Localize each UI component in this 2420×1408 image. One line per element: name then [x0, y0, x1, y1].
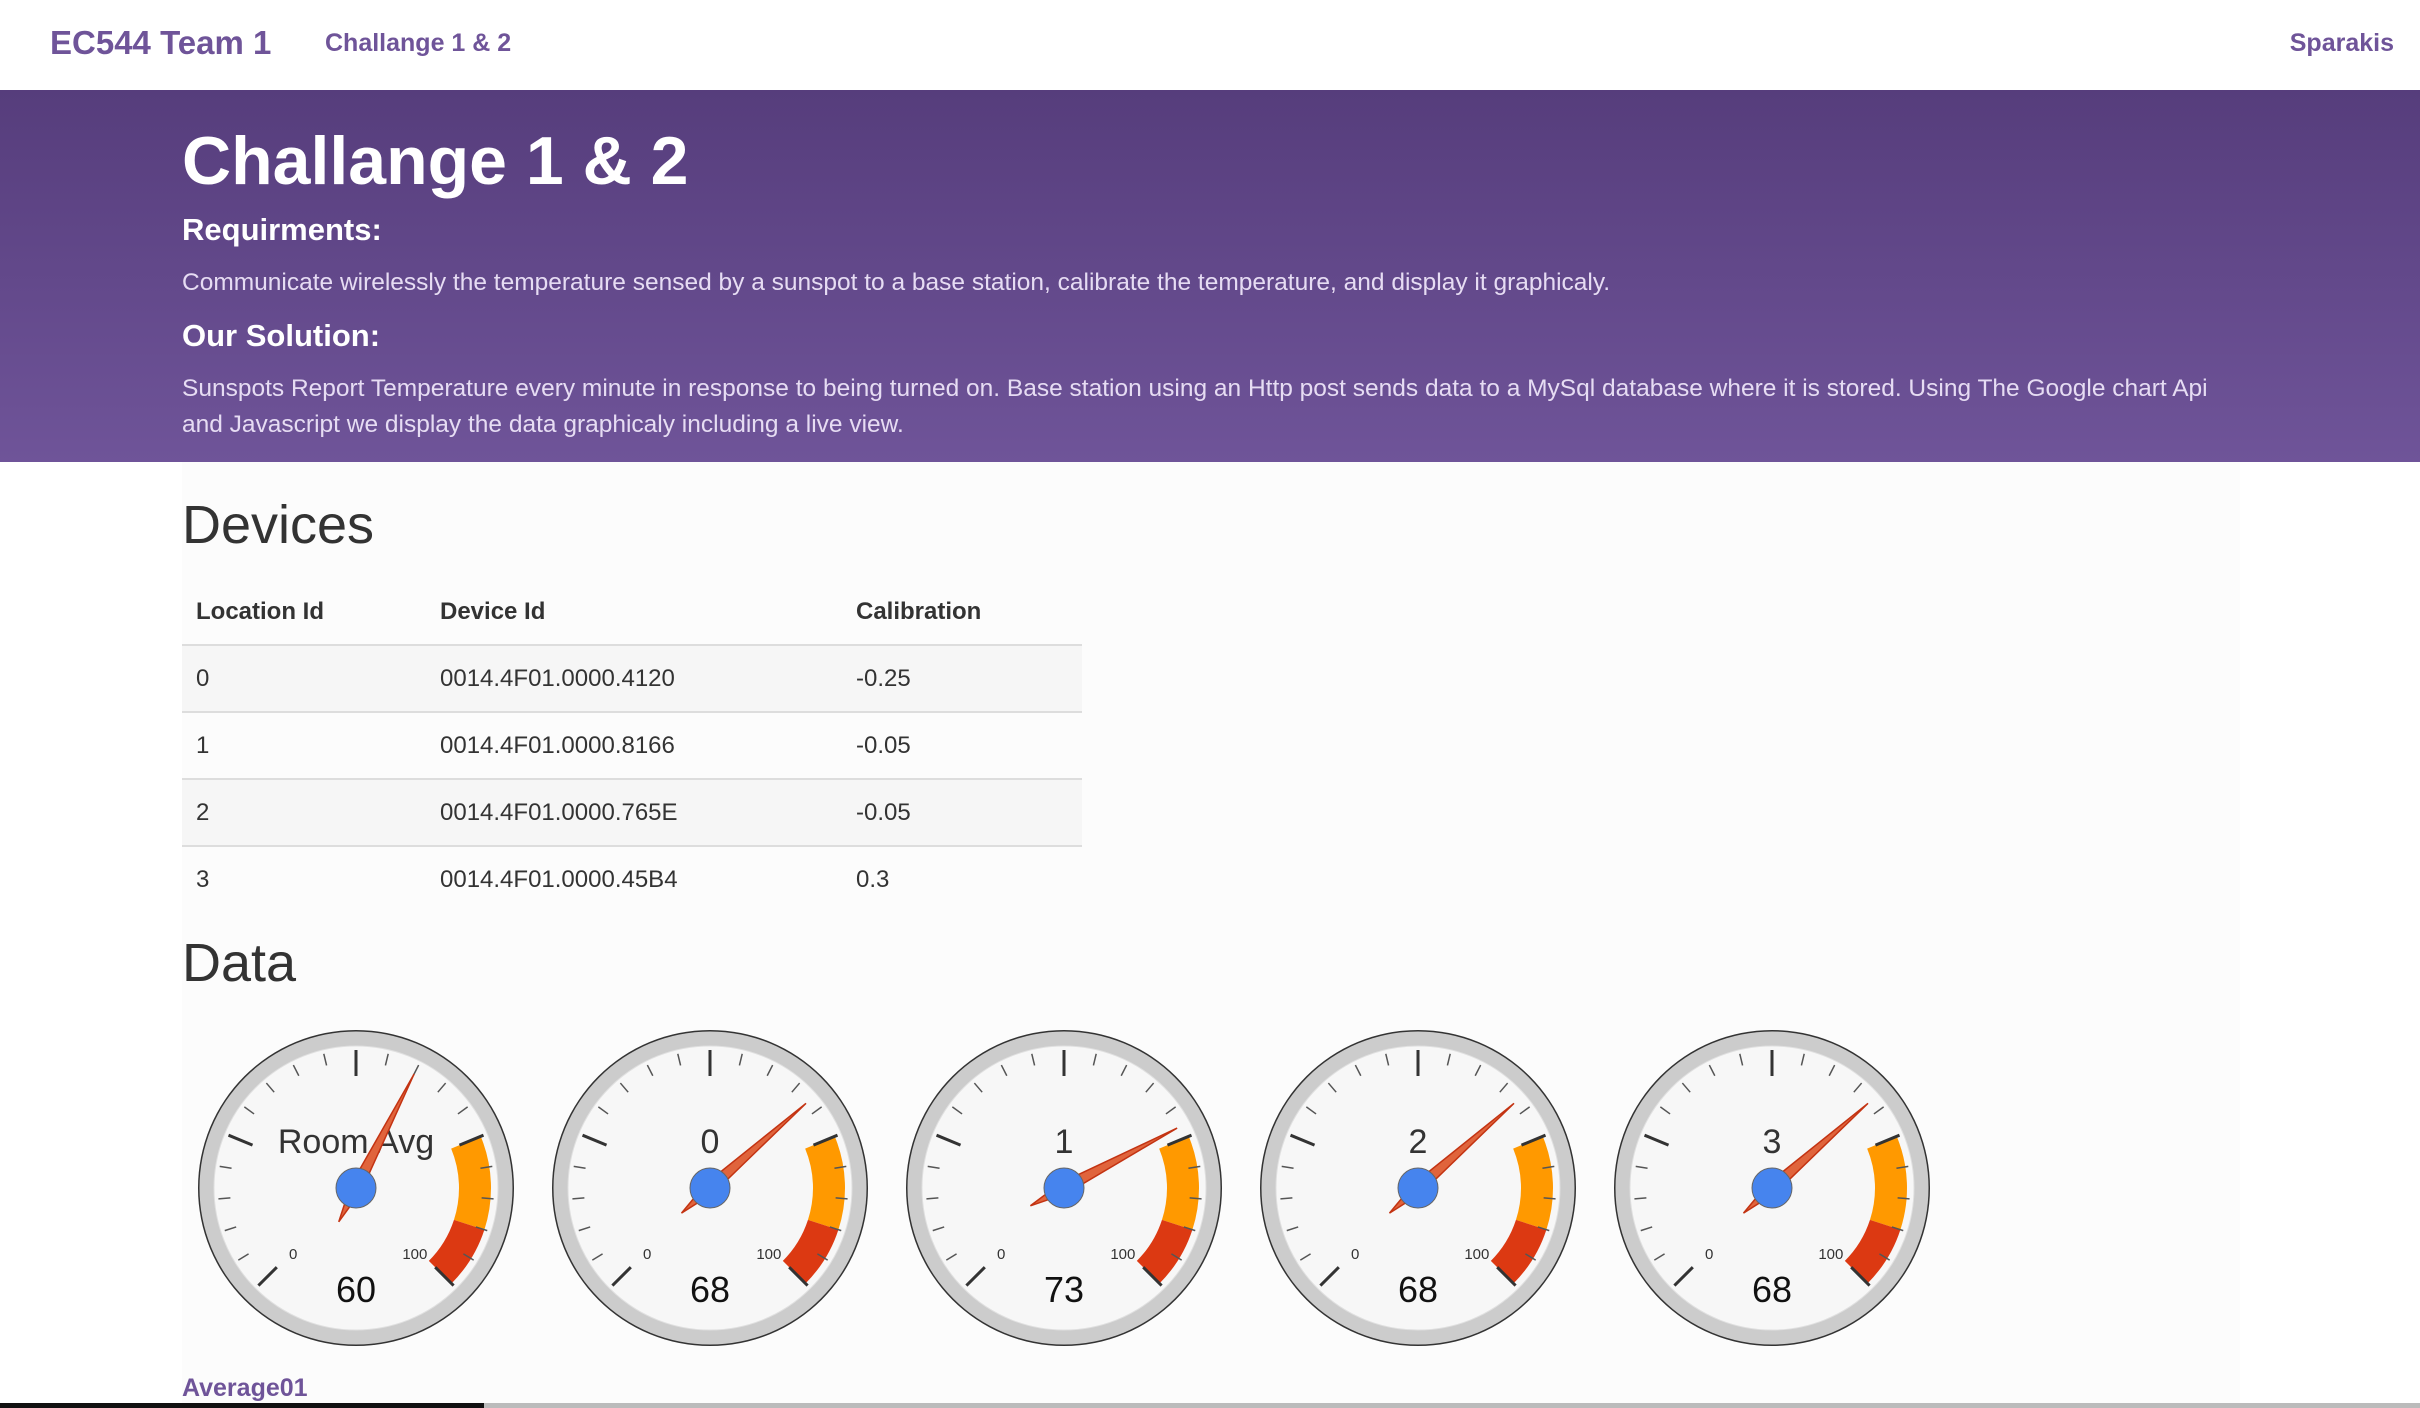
gauge-minor-tick — [218, 1197, 231, 1200]
data-heading: Data — [182, 933, 297, 993]
requirements-heading: Requirments: — [182, 212, 382, 247]
devices-table: Location Id Device Id Calibration 0 0014… — [182, 580, 1082, 912]
cell-device-id: 0014.4F01.0000.45B4 — [426, 845, 842, 912]
gauge: 0 0 100 68 — [550, 1028, 870, 1348]
main-content: Devices Location Id Device Id Calibratio… — [182, 462, 2240, 1408]
page-margin-left — [0, 462, 182, 1408]
gauge-value: 68 — [690, 1269, 730, 1310]
gauge-minor-tick — [1543, 1197, 1556, 1200]
table-row: 3 0014.4F01.0000.45B4 0.3 — [182, 845, 1082, 912]
devices-heading: Devices — [182, 495, 375, 555]
gauge-max-label: 100 — [1464, 1246, 1489, 1263]
cell-location-id: 2 — [182, 778, 426, 846]
cell-calibration: -0.05 — [842, 711, 1082, 779]
gauge-dial: 3 0 100 68 — [1614, 1030, 1930, 1346]
gauge-min-label: 0 — [1705, 1246, 1713, 1263]
gauge-label: 0 — [701, 1123, 720, 1161]
hero-banner: Challange 1 & 2 Requirments: Communicate… — [0, 90, 2420, 462]
gauge-max-label: 100 — [402, 1246, 427, 1263]
table-row: 1 0014.4F01.0000.8166 -0.05 — [182, 711, 1082, 779]
gauge-dial: 2 0 100 68 — [1260, 1030, 1576, 1346]
gauge-value: 73 — [1044, 1269, 1084, 1310]
column-header-calibration: Calibration — [842, 580, 1082, 646]
gauge-label: 1 — [1055, 1123, 1074, 1161]
gauge-minor-tick — [481, 1197, 494, 1200]
page-margin-right — [2240, 462, 2420, 1408]
gauge-minor-tick — [835, 1197, 848, 1200]
gauge-value: 68 — [1398, 1269, 1438, 1310]
gauge-max-label: 100 — [1818, 1246, 1843, 1263]
gauge-min-label: 0 — [643, 1246, 651, 1263]
gauge: 1 0 100 73 — [904, 1028, 1224, 1348]
table-row: 0 0014.4F01.0000.4120 -0.25 — [182, 644, 1082, 712]
gauge-value: 60 — [336, 1269, 376, 1310]
gauge-min-label: 0 — [997, 1246, 1005, 1263]
solution-text: Sunspots Report Temperature every minute… — [182, 375, 2208, 438]
requirements-text: Communicate wirelessly the temperature s… — [182, 269, 1611, 296]
column-header-device: Device Id — [426, 580, 842, 646]
gauge-dial: Room Avg 0 100 60 — [198, 1030, 514, 1346]
gauge-label: 2 — [1409, 1123, 1428, 1161]
gauge-hub — [335, 1167, 377, 1209]
cell-device-id: 0014.4F01.0000.8166 — [426, 711, 842, 779]
page-title: Challange 1 & 2 — [182, 123, 689, 199]
gauge-min-label: 0 — [289, 1246, 297, 1263]
cell-calibration: 0.3 — [842, 845, 1082, 912]
gauge-max-label: 100 — [1110, 1246, 1135, 1263]
gauge: 2 0 100 68 — [1258, 1028, 1578, 1348]
gauge-minor-tick — [572, 1197, 585, 1200]
nav-link-sparakis[interactable]: Sparakis — [2290, 29, 2394, 58]
cell-location-id: 1 — [182, 711, 426, 779]
gauge-label: Room Avg — [278, 1123, 434, 1161]
cell-calibration: -0.25 — [842, 644, 1082, 712]
gauge-value: 68 — [1752, 1269, 1792, 1310]
cell-location-id: 3 — [182, 845, 426, 912]
gauge-minor-tick — [1897, 1197, 1910, 1200]
column-header-location: Location Id — [182, 580, 426, 646]
gauge-minor-tick — [926, 1197, 939, 1200]
gauge-hub — [1751, 1167, 1793, 1209]
gauge-hub — [1397, 1167, 1439, 1209]
cell-location-id: 0 — [182, 644, 426, 712]
gauge-min-label: 0 — [1351, 1246, 1359, 1263]
cell-device-id: 0014.4F01.0000.4120 — [426, 644, 842, 712]
gauge-label: 3 — [1763, 1123, 1782, 1161]
navbar: EC544 Team 1 Challange 1 & 2 Sparakis — [0, 0, 2420, 91]
gauge-minor-tick — [1280, 1197, 1293, 1200]
scrollbar-thumb[interactable] — [0, 1403, 484, 1408]
gauge: 3 0 100 68 — [1612, 1028, 1932, 1348]
gauge-dial: 1 0 100 73 — [906, 1030, 1222, 1346]
gauge-hub — [1043, 1167, 1085, 1209]
brand-link[interactable]: EC544 Team 1 — [50, 24, 271, 62]
gauge-hub — [689, 1167, 731, 1209]
gauge: Room Avg 0 100 60 — [196, 1028, 516, 1348]
nav-link-challange[interactable]: Challange 1 & 2 — [325, 29, 511, 58]
cell-device-id: 0014.4F01.0000.765E — [426, 778, 842, 846]
horizontal-scrollbar[interactable] — [0, 1403, 2420, 1408]
table-row: 2 0014.4F01.0000.765E -0.05 — [182, 778, 1082, 846]
table-header-row: Location Id Device Id Calibration — [182, 580, 1082, 646]
gauge-dial: 0 0 100 68 — [552, 1030, 868, 1346]
gauge-max-label: 100 — [756, 1246, 781, 1263]
average-link[interactable]: Average01 — [182, 1374, 308, 1403]
solution-heading: Our Solution: — [182, 318, 381, 353]
gauge-minor-tick — [1634, 1197, 1647, 1200]
gauge-minor-tick — [1189, 1197, 1202, 1200]
cell-calibration: -0.05 — [842, 778, 1082, 846]
